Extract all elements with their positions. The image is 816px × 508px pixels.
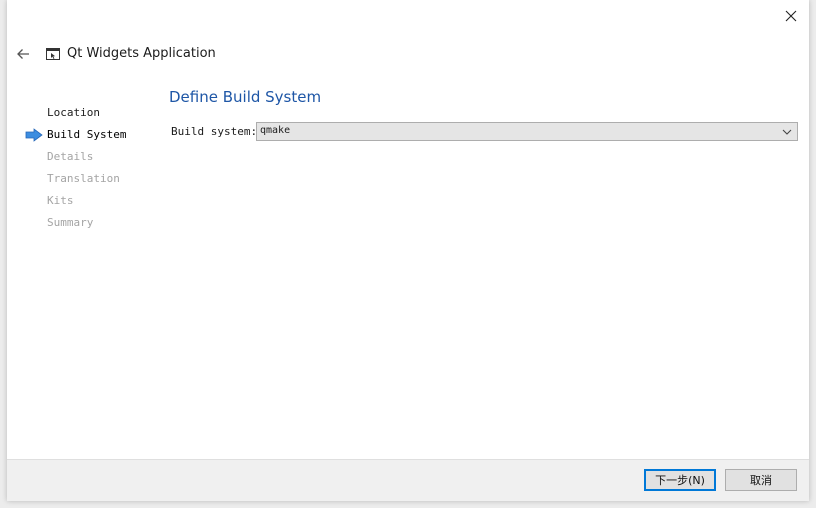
close-button[interactable] (781, 6, 801, 26)
wizard-window: Qt Widgets Application Location Build Sy… (7, 0, 809, 501)
back-button[interactable] (13, 44, 33, 64)
close-icon (785, 10, 797, 22)
step-label: Summary (47, 216, 94, 229)
step-label: Kits (47, 194, 74, 207)
chevron-down-icon (782, 129, 792, 135)
build-system-dropdown[interactable]: qmake (256, 122, 798, 141)
build-system-value: qmake (260, 125, 291, 136)
step-label: Details (47, 150, 94, 163)
step-build-system: Build System (7, 126, 167, 148)
qt-widgets-window-icon (46, 48, 60, 60)
wizard-header: Qt Widgets Application (7, 40, 809, 68)
current-step-arrow-icon (25, 128, 43, 142)
step-location: Location (7, 104, 167, 126)
build-system-label: Build system: (171, 125, 258, 138)
wizard-title: Qt Widgets Application (67, 46, 216, 61)
page-title: Define Build System (169, 88, 322, 106)
next-button[interactable]: 下一步(N) (644, 469, 716, 491)
step-label: Translation (47, 172, 120, 185)
back-arrow-icon (17, 49, 29, 59)
wizard-steps: Location Build System Details Translatio… (7, 104, 167, 236)
wizard-footer: 下一步(N) 取消 (7, 459, 809, 501)
step-label: Build System (47, 128, 127, 141)
build-system-row: Build system: qmake (171, 122, 799, 142)
cancel-button[interactable]: 取消 (725, 469, 797, 491)
step-details: Details (7, 148, 167, 170)
step-kits: Kits (7, 192, 167, 214)
step-summary: Summary (7, 214, 167, 236)
step-translation: Translation (7, 170, 167, 192)
step-label: Location (47, 106, 100, 119)
